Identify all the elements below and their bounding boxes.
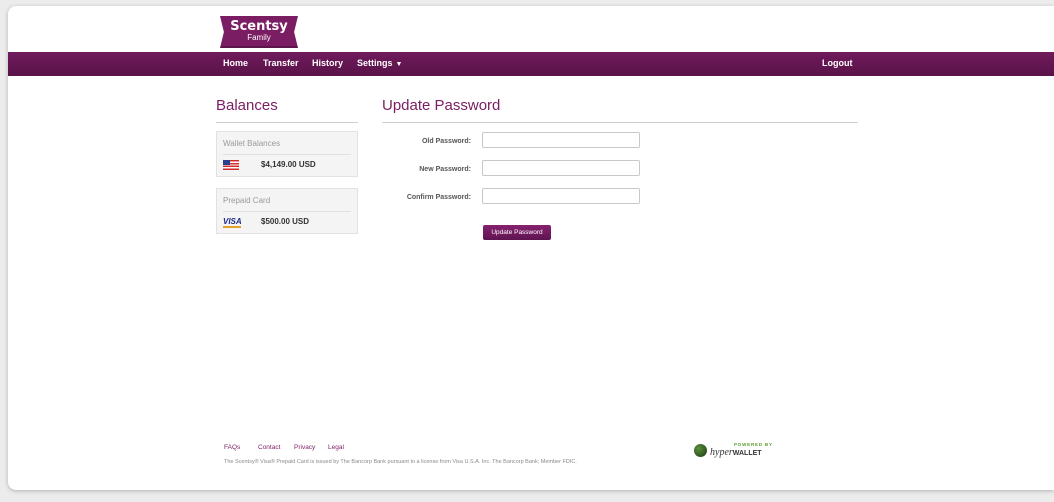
new-password-label: New Password: (419, 166, 471, 173)
nav-settings[interactable]: Settings ▼ (357, 58, 402, 68)
wallet-text: WALLET (732, 450, 762, 457)
wallet-balances-card: Wallet Balances $4,149.00 USD (216, 131, 358, 177)
browser-window: Scentsy Family Home Transfer History Set… (8, 6, 1054, 490)
scentsy-logo[interactable]: Scentsy Family (220, 16, 298, 48)
balances-title: Balances (216, 97, 278, 114)
hyperwallet-brand: hyperWALLET (710, 447, 762, 458)
logo-sub: Family (247, 33, 271, 42)
prepaid-amount: $500.00 USD (261, 217, 310, 226)
footer-contact-link[interactable]: Contact (258, 444, 280, 451)
card-divider (223, 211, 351, 212)
hyperwallet-ball-icon (694, 444, 707, 457)
nav-logout[interactable]: Logout (822, 58, 853, 68)
nav-transfer[interactable]: Transfer (263, 58, 299, 68)
logo-brand: Scentsy (230, 19, 288, 34)
main-navbar: Home Transfer History Settings ▼ Logout (8, 52, 1054, 76)
update-password-button[interactable]: Update Password (483, 225, 551, 240)
nav-home[interactable]: Home (223, 58, 248, 68)
footer-faqs-link[interactable]: FAQs (224, 444, 240, 451)
balances-divider (216, 122, 358, 123)
footer-privacy-link[interactable]: Privacy (294, 444, 315, 451)
nav-settings-label: Settings (357, 58, 393, 68)
old-password-label: Old Password: (421, 138, 471, 145)
confirm-password-label: Confirm Password: (406, 194, 471, 201)
wallet-balances-title: Wallet Balances (223, 139, 281, 148)
visa-icon: VISA (223, 217, 242, 228)
confirm-password-input[interactable] (482, 188, 640, 204)
update-password-title: Update Password (382, 97, 501, 114)
nav-history[interactable]: History (312, 58, 343, 68)
legal-disclaimer: The Scentsy® Visa® Prepaid Card is issue… (224, 459, 577, 465)
hyper-text: hyper (710, 447, 733, 458)
hyperwallet-logo: POWERED BY hyperWALLET (694, 442, 774, 460)
chevron-down-icon: ▼ (395, 61, 403, 68)
card-divider (223, 154, 351, 155)
form-divider (382, 122, 858, 123)
new-password-input[interactable] (482, 160, 640, 176)
footer-legal-link[interactable]: Legal (328, 444, 344, 451)
us-flag-icon (223, 160, 239, 170)
prepaid-card-title: Prepaid Card (223, 196, 271, 205)
prepaid-card-card: Prepaid Card VISA $500.00 USD (216, 188, 358, 234)
wallet-amount: $4,149.00 USD (261, 160, 316, 169)
old-password-input[interactable] (482, 132, 640, 148)
